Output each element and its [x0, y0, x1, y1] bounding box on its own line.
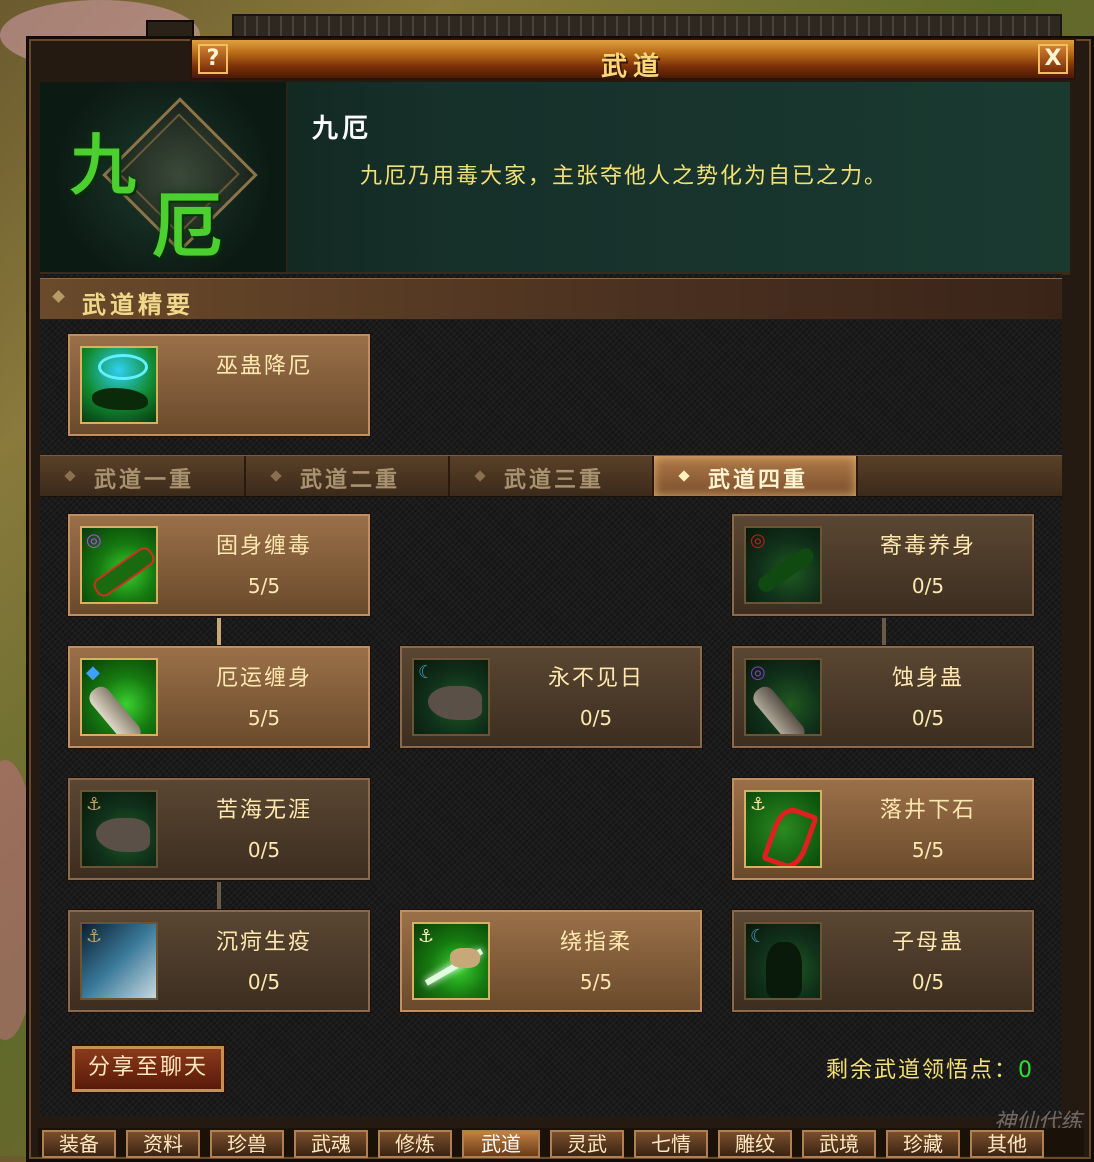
glowing-hand-icon: ⚓: [412, 922, 490, 1000]
skill-level: 0/5: [911, 706, 945, 730]
core-skill-card[interactable]: 巫蛊降厄: [68, 334, 370, 436]
emblem-char-2: 厄: [152, 184, 222, 267]
dark-hand-icon: ⚓: [80, 790, 158, 868]
skill-connector: [217, 882, 221, 910]
tab-martial-path[interactable]: 武道: [462, 1130, 540, 1158]
tab-label: 武道一重: [94, 468, 195, 493]
tab-engraving[interactable]: 雕纹: [718, 1130, 792, 1158]
dark-hand-icon: ☾: [412, 658, 490, 736]
skill-level: 5/5: [911, 838, 945, 862]
tab-tier-3[interactable]: 武道三重: [450, 456, 654, 496]
red-figure-icon: ⚓: [744, 790, 822, 868]
skill-connector: [882, 618, 886, 646]
remaining-points: 剩余武道领悟点：0: [826, 1052, 1034, 1084]
tab-cultivation[interactable]: 修炼: [378, 1130, 452, 1158]
cursed-hand-icon: [80, 346, 158, 424]
sect-name: 九厄: [312, 114, 373, 144]
tab-label: 武道四重: [708, 468, 809, 493]
share-to-chat-button[interactable]: 分享至聊天: [72, 1046, 224, 1092]
tab-martial-realm[interactable]: 武境: [802, 1130, 876, 1158]
skill-card[interactable]: ⚓ 苦海无涯 0/5: [68, 778, 370, 880]
skill-name: 固身缠毒: [215, 534, 312, 559]
skill-name: 沉疴生疫: [215, 930, 312, 955]
skill-card[interactable]: ◎ 蚀身蛊 0/5: [732, 646, 1034, 748]
sea-storm-icon: ⚓: [80, 922, 158, 1000]
skill-name: 苦海无涯: [215, 798, 312, 823]
section-header: 武道精要: [40, 278, 1062, 320]
tab-equipment[interactable]: 装备: [42, 1130, 116, 1158]
tab-emotions[interactable]: 七情: [634, 1130, 708, 1158]
tab-collection[interactable]: 珍藏: [886, 1130, 960, 1158]
skill-name: 子母蛊: [891, 930, 964, 955]
sect-emblem: 九 厄: [40, 82, 288, 272]
skill-card[interactable]: ◎ 固身缠毒 5/5: [68, 514, 370, 616]
skill-card[interactable]: ⚓ 落井下石 5/5: [732, 778, 1034, 880]
skill-name: 蚀身蛊: [891, 666, 964, 691]
bandaged-arm-icon: ◎: [744, 658, 822, 736]
tab-spirit-weapon[interactable]: 灵武: [550, 1130, 624, 1158]
tab-tier-2[interactable]: 武道二重: [246, 456, 450, 496]
emblem-char-1: 九: [70, 126, 136, 204]
serpent-icon: ◎: [744, 526, 822, 604]
tab-tier-1[interactable]: 武道一重: [40, 456, 246, 496]
skill-name: 绕指柔: [559, 930, 632, 955]
serpent-icon: ◎: [80, 526, 158, 604]
diamond-bullet-icon: [270, 470, 282, 482]
skill-level: 0/5: [247, 838, 281, 862]
tab-label: 武道二重: [300, 468, 401, 493]
skill-card[interactable]: ⚓ 沉疴生疫 0/5: [68, 910, 370, 1012]
skill-card[interactable]: ⚓ 绕指柔 5/5: [400, 910, 702, 1012]
points-label: 剩余武道领悟点：: [825, 1058, 1018, 1083]
diamond-bullet-icon: [52, 290, 65, 303]
skill-name: 巫蛊降厄: [215, 354, 312, 379]
skill-level: 5/5: [247, 706, 281, 730]
skill-level: 5/5: [247, 574, 281, 598]
skill-level: 0/5: [911, 970, 945, 994]
close-icon[interactable]: X: [1038, 44, 1068, 74]
skill-card[interactable]: ◎ 寄毒养身 0/5: [732, 514, 1034, 616]
title-bar[interactable]: ? 武道 X: [190, 38, 1076, 82]
skill-name: 永不见日: [547, 666, 644, 691]
skill-card[interactable]: ☾ 永不见日 0/5: [400, 646, 702, 748]
section-title: 武道精要: [82, 291, 194, 319]
diamond-bullet-icon: [678, 470, 690, 482]
skill-level: 0/5: [247, 970, 281, 994]
tab-other[interactable]: 其他: [970, 1130, 1044, 1158]
tab-tier-4[interactable]: 武道四重: [654, 456, 858, 496]
tab-martial-soul[interactable]: 武魂: [294, 1130, 368, 1158]
skill-panel: 武道精要 巫蛊降厄 武道一重 武道二重 武道三重 武道四重 ◎ 固身缠毒 5/5…: [40, 274, 1062, 1116]
skill-name: 寄毒养身: [879, 534, 976, 559]
tier-tabs: 武道一重 武道二重 武道三重 武道四重: [40, 455, 1062, 497]
points-value: 0: [1018, 1058, 1034, 1083]
diamond-bullet-icon: [474, 470, 486, 482]
bandaged-arm-icon: ◆: [80, 658, 158, 736]
sect-header: 九 厄 九厄 九厄乃用毒大家，主张夺他人之势化为自已之力。: [40, 82, 1070, 275]
shadow-beast-icon: ☾: [744, 922, 822, 1000]
window-title: 武道: [600, 52, 665, 82]
skill-name: 落井下石: [879, 798, 976, 823]
skill-card[interactable]: ◆ 厄运缠身 5/5: [68, 646, 370, 748]
tab-profile[interactable]: 资料: [126, 1130, 200, 1158]
skill-name: 厄运缠身: [215, 666, 312, 691]
tab-label: 武道三重: [504, 468, 605, 493]
character-tabs: 装备 资料 珍兽 武魂 修炼 武道 灵武 七情 雕纹 武境 珍藏 其他: [38, 1128, 1084, 1158]
tab-pets[interactable]: 珍兽: [210, 1130, 284, 1158]
game-screen: { "window": { "title": "武道", "help_icon"…: [0, 0, 1094, 1162]
skill-level: 5/5: [579, 970, 613, 994]
diamond-bullet-icon: [64, 470, 76, 482]
skill-card[interactable]: ☾ 子母蛊 0/5: [732, 910, 1034, 1012]
sect-description: 九厄乃用毒大家，主张夺他人之势化为自已之力。: [360, 164, 889, 189]
skill-level: 0/5: [911, 574, 945, 598]
skill-level: 0/5: [579, 706, 613, 730]
skill-connector: [217, 618, 221, 646]
